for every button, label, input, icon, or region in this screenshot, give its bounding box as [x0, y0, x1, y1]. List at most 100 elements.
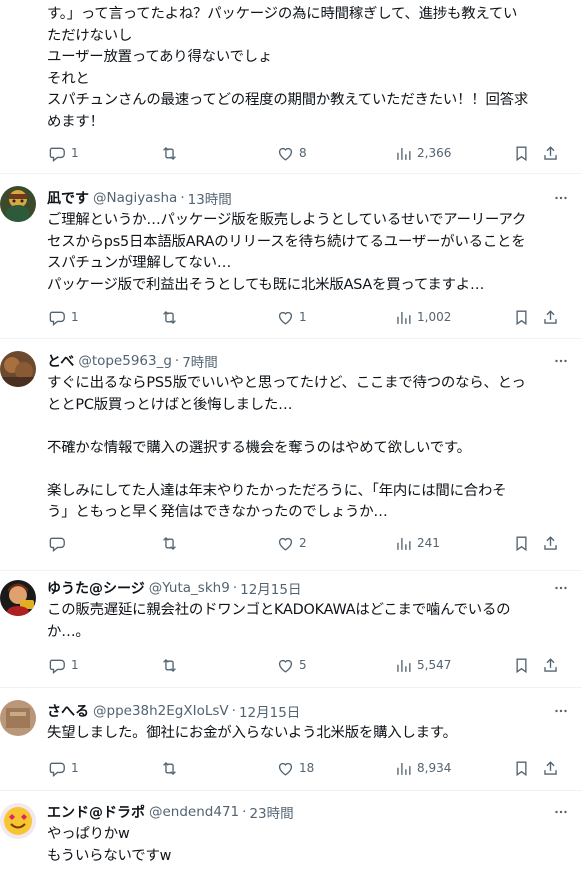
- retweet-button[interactable]: [160, 754, 183, 782]
- more-button[interactable]: [548, 577, 574, 599]
- share-icon: [544, 309, 557, 324]
- bookmark-icon: [516, 657, 527, 673]
- tweet-2[interactable]: とべ @tope5963_g · 7時間 すぐに出るならPS5版でいいやと思って…: [0, 339, 582, 571]
- views-button[interactable]: 1,002: [394, 303, 451, 331]
- display-name[interactable]: とべ: [47, 351, 74, 371]
- separator: ·: [231, 703, 236, 719]
- views-button[interactable]: 5,547: [394, 651, 451, 679]
- tweet-text-line: スパチュンさんの最速ってどの程度の期間か教えていただきたい！！回答求: [47, 92, 529, 108]
- views-button[interactable]: 8,934: [394, 754, 451, 782]
- like-button[interactable]: 1: [276, 303, 307, 331]
- tweet-actions: 1 8 2,366: [44, 139, 572, 167]
- tweet-1[interactable]: 凪です @Nagiyasha · 13時間 ご理解というか…パッケージ版を販売し…: [0, 174, 582, 339]
- like-button[interactable]: 18: [276, 754, 314, 782]
- bookmark-icon: [516, 760, 527, 776]
- like-count: 8: [299, 146, 307, 160]
- avatar[interactable]: [0, 580, 36, 616]
- retweet-button[interactable]: [160, 529, 183, 557]
- separator: ·: [174, 353, 180, 369]
- views-button[interactable]: 2,366: [394, 139, 451, 167]
- avatar[interactable]: [0, 186, 36, 222]
- reply-button[interactable]: 1: [48, 139, 79, 167]
- avatar[interactable]: [0, 700, 36, 736]
- reply-button[interactable]: [48, 529, 71, 557]
- timestamp[interactable]: 12月15日: [240, 578, 301, 598]
- like-button[interactable]: 5: [276, 651, 307, 679]
- separator: ·: [242, 804, 247, 820]
- tweet-header: ゆうた@シージ @Yuta_skh9 · 12月15日: [47, 577, 570, 599]
- more-button[interactable]: [548, 350, 574, 372]
- tweet-text-line: スパチュンが理解してない…: [47, 255, 232, 271]
- bookmark-button[interactable]: [512, 139, 531, 167]
- timestamp[interactable]: 13時間: [188, 188, 232, 208]
- bookmark-button[interactable]: [512, 651, 531, 679]
- views-button[interactable]: 241: [394, 529, 440, 557]
- share-button[interactable]: [541, 139, 560, 167]
- reply-button[interactable]: 1: [48, 303, 79, 331]
- display-name[interactable]: さへる: [47, 701, 89, 721]
- retweet-icon: [163, 658, 176, 672]
- retweet-button[interactable]: [160, 303, 183, 331]
- reply-count: 1: [71, 658, 79, 672]
- tweet-actions: 1 1 1,002: [44, 303, 572, 331]
- more-button[interactable]: [548, 801, 574, 823]
- tweet-header: エンド@ドラポ @endend471 · 23時間: [47, 801, 570, 823]
- retweet-icon: [163, 536, 176, 550]
- bookmark-icon: [516, 309, 527, 325]
- avatar[interactable]: [0, 803, 36, 839]
- bookmark-button[interactable]: [512, 754, 531, 782]
- user-handle[interactable]: @tope5963_g: [78, 353, 172, 369]
- heart-icon: [278, 311, 293, 325]
- view-count: 1,002: [417, 310, 452, 324]
- reply-button[interactable]: 1: [48, 651, 79, 679]
- like-count: 5: [299, 658, 307, 672]
- reply-icon: [49, 311, 65, 326]
- display-name[interactable]: エンド@ドラポ: [47, 802, 145, 822]
- tweet-5[interactable]: エンド@ドラポ @endend471 · 23時間 やっぱりかw もういらないで…: [0, 791, 582, 874]
- reply-icon: [49, 537, 65, 552]
- like-button[interactable]: 2: [276, 529, 307, 557]
- tweet-body: すぐに出るならPS5版でいいやと思ってたけど、ここまで待つのなら、とっ ととPC…: [47, 373, 570, 524]
- tweet-4[interactable]: さへる @ppe38h2EgXIoLsV · 12月15日 失望しました。御社に…: [0, 688, 582, 791]
- retweet-button[interactable]: [160, 651, 183, 679]
- tweet-text-line: ユーザー放置ってあり得ないでしょ: [47, 49, 273, 65]
- user-handle[interactable]: @endend471: [149, 804, 239, 820]
- tweet-body: 失望しました。御社にお金が入らないよう北米版を購入します。: [47, 723, 570, 745]
- tweet-text-line: もういらないですw: [47, 847, 172, 864]
- views-icon: [397, 659, 411, 672]
- share-button[interactable]: [541, 651, 560, 679]
- share-icon: [544, 760, 557, 775]
- timestamp[interactable]: 12月15日: [239, 701, 300, 721]
- more-button[interactable]: [548, 700, 574, 722]
- tweet-text-line: すぐに出るならPS5版でいいやと思ってたけど、ここまで待つのなら、とっ: [47, 375, 526, 391]
- tweet-0[interactable]: す。」って言ってたよね？パッケージの為に時間稼ぎして、進捗も教えてい ただけない…: [0, 0, 582, 174]
- tweet-text-line: 不確かな情報で購入の選択する機会を奪うのはやめて欲しいです。: [47, 439, 471, 456]
- tweet-text-line: めます！: [47, 113, 104, 130]
- tweet-3[interactable]: ゆうた@シージ @Yuta_skh9 · 12月15日 この販売遅延に親会社のド…: [0, 571, 582, 688]
- tweet-body: す。」って言ってたよね？パッケージの為に時間稼ぎして、進捗も教えてい ただけない…: [47, 4, 570, 133]
- share-button[interactable]: [541, 529, 560, 557]
- user-handle[interactable]: @Nagiyasha: [93, 190, 177, 206]
- bookmark-icon: [516, 535, 527, 551]
- user-handle[interactable]: @Yuta_skh9: [149, 580, 230, 596]
- reply-icon: [49, 147, 65, 162]
- share-button[interactable]: [541, 303, 560, 331]
- display-name[interactable]: ゆうた@シージ: [47, 578, 145, 598]
- tweet-body: この販売遅延に親会社のドワンゴとKADOKAWAはどこまで噛んでいるの か…。: [47, 600, 570, 643]
- bookmark-button[interactable]: [512, 529, 531, 557]
- reply-button[interactable]: 1: [48, 754, 79, 782]
- tweet-body: ご理解というか…パッケージ版を販売しようとしているせいでアーリーアク セスからp…: [47, 210, 570, 296]
- timestamp[interactable]: 23時間: [249, 802, 293, 822]
- tweet-text-line: パッケージ版で利益出そうとしても既に北米版ASAを買ってますよ…: [47, 276, 485, 293]
- bookmark-button[interactable]: [512, 303, 531, 331]
- display-name[interactable]: 凪です: [47, 188, 89, 208]
- more-icon: [555, 586, 567, 590]
- like-button[interactable]: 8: [276, 139, 307, 167]
- retweet-button[interactable]: [160, 139, 183, 167]
- share-icon: [544, 657, 557, 672]
- more-button[interactable]: [548, 187, 574, 209]
- share-button[interactable]: [541, 754, 560, 782]
- user-handle[interactable]: @ppe38h2EgXIoLsV: [93, 703, 229, 719]
- timestamp[interactable]: 7時間: [182, 351, 218, 371]
- avatar[interactable]: [0, 351, 36, 387]
